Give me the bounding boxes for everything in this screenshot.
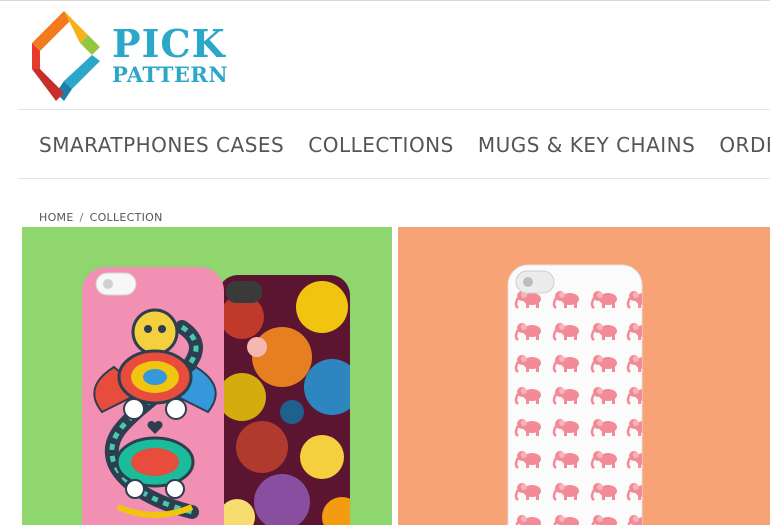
logo-mark-icon xyxy=(32,11,100,101)
logo-wordmark: PICK PATTERN xyxy=(112,21,229,87)
breadcrumb-separator: / xyxy=(79,211,84,224)
breadcrumb: HOME / COLLECTION xyxy=(39,211,163,224)
product-tile-1[interactable] xyxy=(22,227,392,525)
nav-divider xyxy=(18,178,770,179)
product-image-elephant-case xyxy=(507,264,643,525)
logo-line-1: PICK xyxy=(112,21,226,66)
breadcrumb-home-link[interactable]: HOME xyxy=(39,211,74,224)
nav-item-collections[interactable]: COLLECTIONS xyxy=(308,110,454,178)
logo-line-2: PATTERN xyxy=(112,62,229,87)
main-nav: SMARATPHONES CASES COLLECTIONS MUGS & KE… xyxy=(0,110,770,178)
nav-item-mugs-key-chains[interactable]: MUGS & KEY CHAINS xyxy=(478,110,695,178)
product-image-monster-floral-cases xyxy=(82,267,350,525)
nav-item-order-status[interactable]: ORDER STATUS xyxy=(719,110,770,178)
site-header: PICK PATTERN xyxy=(0,1,770,109)
nav-item-smartphone-cases[interactable]: SMARATPHONES CASES xyxy=(39,110,284,178)
product-tile-2[interactable] xyxy=(398,227,770,525)
breadcrumb-current: COLLECTION xyxy=(89,211,163,224)
